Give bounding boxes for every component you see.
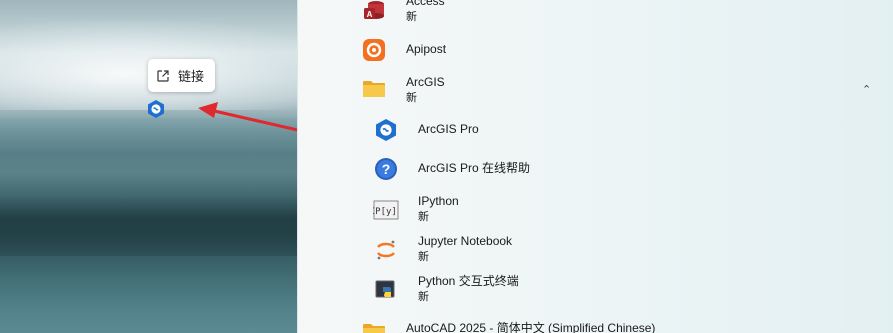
tooltip-label: 链接 [178,70,205,85]
link-tooltip: 链接 [148,59,215,92]
desktop-wallpaper: 链接 [0,0,297,333]
app-name: AutoCAD 2025 - 简体中文 (Simplified Chinese) [406,321,656,333]
app-item-arcgis-pro-help[interactable]: ? ArcGIS Pro 在线帮助 [298,155,893,183]
app-item-apipost[interactable]: Apipost [298,36,893,64]
app-name: ArcGIS Pro 在线帮助 [418,161,531,175]
access-icon: A [361,0,387,24]
app-item-arcgis-pro[interactable]: ArcGIS Pro [298,116,893,144]
app-name: ArcGIS [406,75,445,89]
arcgis-pro-desktop-shortcut-icon[interactable] [146,99,166,119]
app-item-jupyter-notebook[interactable]: Jupyter Notebook 新 [298,233,893,267]
app-name: Access [406,0,445,8]
ipython-icon: IP[y]: [373,197,399,223]
start-menu-all-apps: A Access 新 Apipost ArcGIS 新 ⌃ ArcGIS Pro… [297,0,893,333]
svg-text:IP[y]:: IP[y]: [373,207,399,217]
arcgis-pro-icon [373,117,399,143]
folder-item-autocad[interactable]: AutoCAD 2025 - 简体中文 (Simplified Chinese) [298,317,893,333]
help-icon: ? [373,156,399,182]
chevron-up-icon[interactable]: ⌃ [862,83,871,96]
app-item-access[interactable]: A Access 新 [298,0,893,30]
new-badge: 新 [406,91,417,104]
folder-icon [361,76,387,102]
new-badge: 新 [418,210,429,223]
new-badge: 新 [418,250,429,263]
folder-item-arcgis[interactable]: ArcGIS 新 [298,72,893,106]
new-badge: 新 [406,10,417,23]
svg-text:A: A [367,10,373,19]
folder-icon [361,319,387,333]
app-name: Jupyter Notebook [418,234,513,248]
app-name: IPython [418,194,459,208]
app-item-python-interactive[interactable]: Python 交互式终端 新 [298,273,893,307]
new-badge: 新 [418,290,429,303]
jupyter-icon [373,237,399,263]
wallpaper-treeline [0,196,297,256]
app-name: ArcGIS Pro [418,122,479,136]
app-name: Apipost [406,42,447,56]
apipost-icon [361,37,387,63]
svg-text:?: ? [382,161,391,177]
python-icon [373,277,399,303]
app-name: Python 交互式终端 [418,274,519,288]
external-link-icon [156,69,170,83]
app-item-ipython[interactable]: IP[y]: IPython 新 [298,193,893,227]
